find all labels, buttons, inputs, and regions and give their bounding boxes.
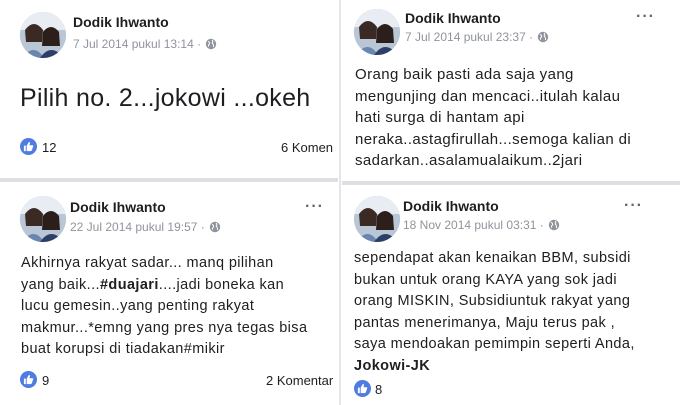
post-timestamp[interactable]: 18 Nov 2014 pukul 03:31 · xyxy=(403,218,560,232)
post-card: Dodik Ihwanto 22 Jul 2014 pukul 19:57 · … xyxy=(0,182,338,405)
profile-photo-icon xyxy=(354,9,400,55)
timestamp-text: 7 Jul 2014 pukul 13:14 · xyxy=(73,37,202,51)
thumbs-up-icon[interactable] xyxy=(20,371,37,388)
more-options-icon[interactable]: ··· xyxy=(624,198,643,214)
like-count[interactable]: 9 xyxy=(42,373,49,388)
author-name[interactable]: Dodik Ihwanto xyxy=(73,14,169,30)
post-text: Pilih no. 2...jokowi ...okeh xyxy=(20,84,311,112)
post-text: sependapat akan kenaikan BBM, subsidi bu… xyxy=(354,248,635,377)
timestamp-text: 22 Jul 2014 pukul 19:57 · xyxy=(70,220,205,234)
avatar[interactable] xyxy=(20,12,66,58)
post-text: Akhirnya rakyat sadar... manq pilihan ya… xyxy=(21,253,307,361)
post-card: Dodik Ihwanto 7 Jul 2014 pukul 23:37 · ·… xyxy=(341,0,680,181)
more-options-icon[interactable]: ··· xyxy=(305,199,324,215)
avatar[interactable] xyxy=(354,9,400,55)
timestamp-text: 7 Jul 2014 pukul 23:37 · xyxy=(405,30,534,44)
post-card: Dodik Ihwanto 7 Jul 2014 pukul 13:14 · P… xyxy=(0,0,338,178)
author-name[interactable]: Dodik Ihwanto xyxy=(405,10,501,26)
profile-photo-icon xyxy=(20,196,66,242)
globe-icon xyxy=(209,221,221,233)
like-count[interactable]: 12 xyxy=(42,140,56,155)
post-card: Dodik Ihwanto 18 Nov 2014 pukul 03:31 · … xyxy=(341,185,680,405)
globe-icon xyxy=(548,219,560,231)
post-text-part: sependapat akan kenaikan BBM, subsidi bu… xyxy=(354,250,635,352)
author-name[interactable]: Dodik Ihwanto xyxy=(70,199,166,215)
globe-icon xyxy=(205,38,217,50)
globe-icon xyxy=(537,31,549,43)
avatar[interactable] xyxy=(20,196,66,242)
post-timestamp[interactable]: 7 Jul 2014 pukul 23:37 · xyxy=(405,30,549,44)
comment-count[interactable]: 6 Komen xyxy=(281,140,333,155)
mention-link[interactable]: Jokowi-JK xyxy=(354,358,430,374)
author-name[interactable]: Dodik Ihwanto xyxy=(403,198,499,214)
comment-count[interactable]: 2 Komentar xyxy=(266,373,333,388)
more-options-icon[interactable]: ··· xyxy=(636,9,655,25)
like-count[interactable]: 8 xyxy=(375,382,382,397)
post-timestamp[interactable]: 22 Jul 2014 pukul 19:57 · xyxy=(70,220,221,234)
post-text: Orang baik pasti ada saja yang mengunjin… xyxy=(355,66,632,169)
avatar[interactable] xyxy=(354,196,400,242)
timestamp-text: 18 Nov 2014 pukul 03:31 · xyxy=(403,218,544,232)
thumbs-up-icon[interactable] xyxy=(20,138,37,155)
profile-photo-icon xyxy=(20,12,66,58)
post-timestamp[interactable]: 7 Jul 2014 pukul 13:14 · xyxy=(73,37,217,51)
thumbs-up-icon[interactable] xyxy=(354,380,371,397)
profile-photo-icon xyxy=(354,196,400,242)
hashtag-link[interactable]: #duajari xyxy=(100,277,159,293)
